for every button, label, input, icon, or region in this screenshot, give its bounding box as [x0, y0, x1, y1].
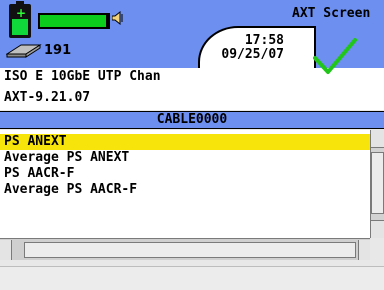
cable-icon: [6, 44, 42, 58]
screen-title: AXT Screen: [292, 6, 371, 21]
speaker-icon[interactable]: [112, 11, 124, 25]
clock-tab: 17:58 09/25/07: [198, 26, 316, 69]
test-limit-label: ISO E 10GbE UTP Chan: [4, 69, 161, 84]
list-item-selected[interactable]: PS ANEXT: [0, 134, 370, 150]
list-item[interactable]: Average PS ANEXT: [0, 150, 370, 166]
horizontal-scrollbar[interactable]: [0, 238, 370, 260]
clock-date: 09/25/07: [221, 47, 284, 62]
scroll-right-button[interactable]: [358, 240, 370, 260]
vertical-scrollbar[interactable]: [370, 130, 384, 238]
horizontal-scroll-thumb[interactable]: [24, 242, 356, 258]
clock-time: 17:58: [244, 33, 284, 48]
pass-check-icon: [313, 38, 357, 74]
list-item[interactable]: Average PS AACR-F: [0, 182, 370, 198]
record-count: 191: [44, 43, 72, 58]
battery-icon: +: [9, 1, 31, 38]
level-bar-icon: [38, 13, 110, 29]
tester-screen: + AXT Screen 191 17:58 09/25/07 ISO E 10…: [0, 0, 384, 290]
scroll-left-button[interactable]: [0, 240, 12, 260]
scrollbar-corner: [370, 238, 384, 260]
cable-name-header: CABLE0000: [0, 111, 384, 129]
scroll-up-button[interactable]: [371, 130, 384, 148]
test-id-label: AXT-9.21.07: [4, 90, 91, 105]
scroll-down-button[interactable]: [371, 220, 384, 238]
status-bar: [0, 266, 384, 290]
vertical-scroll-thumb[interactable]: [371, 152, 384, 214]
list-item[interactable]: PS AACR-F: [0, 166, 370, 182]
test-result-list[interactable]: PS ANEXT Average PS ANEXT PS AACR-F Aver…: [0, 130, 370, 238]
